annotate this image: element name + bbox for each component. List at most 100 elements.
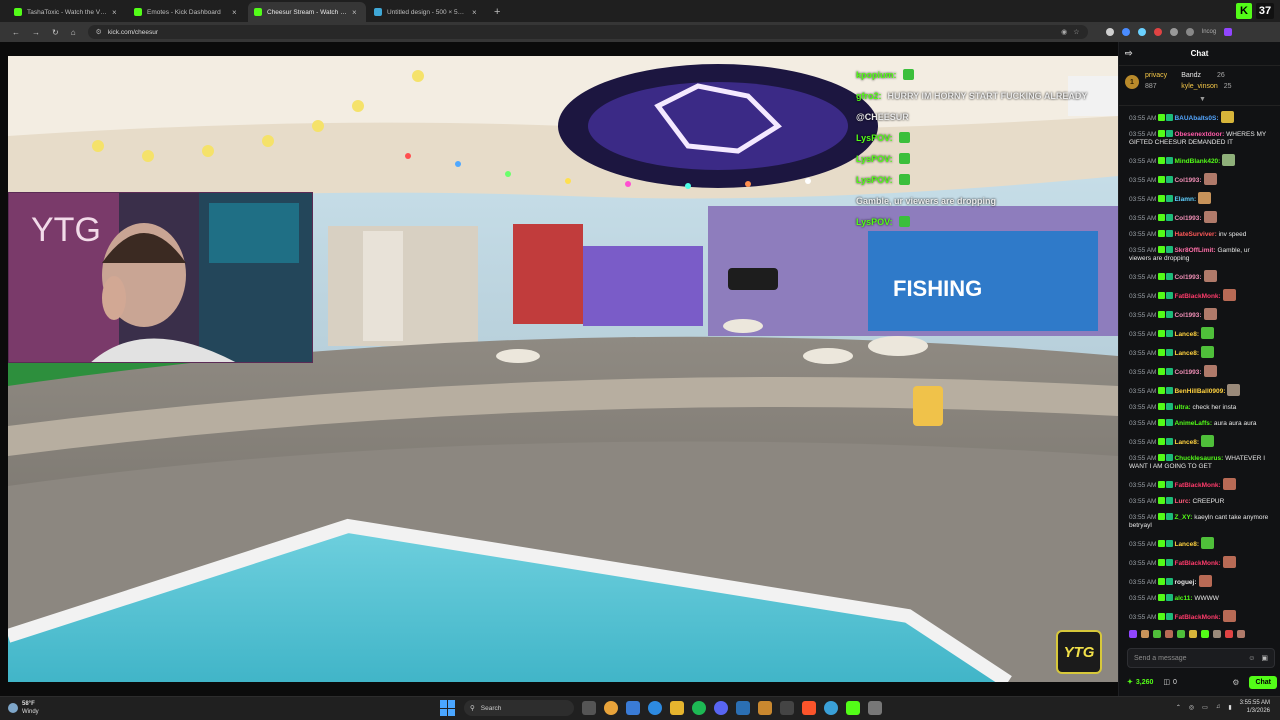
chat-username[interactable]: FatBlackMonk:	[1174, 614, 1220, 621]
browser-tab[interactable]: Emotes - Kick Dashboard ×	[128, 2, 246, 22]
chat-username[interactable]: Elamn:	[1174, 196, 1196, 203]
chat-username[interactable]: Obesenextdoor:	[1174, 131, 1224, 138]
emote-icon[interactable]	[1141, 630, 1149, 638]
chat-username[interactable]: alc11:	[1174, 595, 1192, 602]
chat-message[interactable]: 03:55 AM roguej:	[1129, 572, 1271, 591]
site-info-icon[interactable]: ⚙	[96, 28, 102, 36]
mic-icon[interactable]: ◎	[1189, 704, 1194, 711]
send-chat-button[interactable]: Chat	[1249, 675, 1277, 689]
folder-icon[interactable]	[670, 701, 684, 715]
app-icon[interactable]	[824, 701, 838, 715]
chat-username[interactable]: Skr8OffLimit:	[1174, 247, 1215, 254]
chat-username[interactable]: Col1993:	[1174, 177, 1201, 184]
chevron-down-icon[interactable]: ▼	[1199, 96, 1206, 103]
chat-message[interactable]: 03:55 AM AnimeLaffs: aura aura aura	[1129, 416, 1271, 432]
brave-icon[interactable]	[802, 701, 816, 715]
chat-message[interactable]: 03:55 AM Obesenextdoor: WHERES MY GIFTED …	[1129, 127, 1271, 151]
app-icon[interactable]	[868, 701, 882, 715]
new-tab-button[interactable]: +	[488, 2, 506, 22]
chevron-up-icon[interactable]: ⌃	[1176, 704, 1181, 711]
kick-emote-icon[interactable]: ▣	[1261, 654, 1268, 662]
chat-username[interactable]: AnimeLaffs:	[1174, 420, 1212, 427]
emote-icon[interactable]	[1129, 630, 1137, 638]
chat-username[interactable]: Lance8:	[1174, 439, 1199, 446]
pinned-gifts[interactable]: ◫ 0	[1163, 678, 1177, 687]
emote-icon[interactable]	[1213, 630, 1221, 638]
chat-message[interactable]: 03:55 AM Lance8:	[1129, 534, 1271, 553]
chat-username[interactable]: MindBlank420:	[1174, 158, 1220, 165]
gear-icon[interactable]: ⚙	[1232, 678, 1239, 687]
battery-icon[interactable]: ▮	[1228, 704, 1231, 711]
emote-icon[interactable]	[1237, 630, 1245, 638]
close-tab-icon[interactable]: ×	[112, 8, 120, 17]
chat-message[interactable]: 03:55 AM Col1993:	[1129, 267, 1271, 286]
chat-message[interactable]: 03:55 AM Elamn:	[1129, 189, 1271, 208]
kick-app-icon[interactable]	[846, 701, 860, 715]
chat-message[interactable]: 03:55 AM MindBlank420:	[1129, 151, 1271, 170]
video-player[interactable]: FISHING YTG kpopium: gfro2: HURRY IM HOR…	[8, 56, 1118, 682]
home-icon[interactable]: ⌂	[71, 28, 76, 37]
emote-picker-icon[interactable]: ☺	[1248, 655, 1255, 662]
chat-message[interactable]: 03:55 AM BenHillBall0909:	[1129, 381, 1271, 400]
kicks-balance[interactable]: ✦ 3,260	[1127, 678, 1153, 687]
emote-icon[interactable]	[1177, 630, 1185, 638]
chat-message[interactable]: 03:55 AM Z_XY: kaeyln cant take anymore b…	[1129, 510, 1271, 534]
extension-icon[interactable]	[1121, 28, 1130, 36]
extension-icon[interactable]	[1153, 28, 1162, 36]
url-field[interactable]: ⚙ kick.com/cheesur ◉ ☆	[87, 25, 1088, 39]
chat-message[interactable]: 03:55 AM FatBlackMonk:	[1129, 607, 1271, 626]
puzzle-icon[interactable]	[1169, 28, 1178, 36]
chat-username[interactable]: Col1993:	[1174, 215, 1201, 222]
bookmark-star-icon[interactable]: ☆	[1073, 28, 1079, 36]
chat-username[interactable]: BenHillBall0909:	[1174, 388, 1225, 395]
browser-tab[interactable]: TashaToxic - Watch the VOD o ×	[8, 2, 126, 22]
chat-message[interactable]: 03:55 AM FatBlackMonk:	[1129, 286, 1271, 305]
chat-username[interactable]: Z_XY:	[1174, 514, 1192, 521]
chat-message[interactable]: 03:55 AM Lance8:	[1129, 432, 1271, 451]
kick-extension-icon[interactable]: K	[1236, 3, 1252, 19]
incognito-label[interactable]: Incog	[1202, 29, 1217, 35]
chat-message[interactable]: 03:55 AM Chucklesaurus: WHATEVER I WANT I…	[1129, 451, 1271, 475]
windows-start-icon[interactable]	[440, 700, 456, 716]
eye-off-icon[interactable]: ◉	[1061, 28, 1067, 36]
app-icon[interactable]	[736, 701, 750, 715]
chat-message[interactable]: 03:55 AM Col1993:	[1129, 208, 1271, 227]
twitch-extension-icon[interactable]	[1224, 28, 1233, 36]
chat-username[interactable]: FatBlackMonk:	[1174, 293, 1220, 300]
chat-message[interactable]: 03:55 AM Col1993:	[1129, 170, 1271, 189]
collapse-chat-icon[interactable]: ⇨	[1125, 48, 1133, 59]
close-tab-icon[interactable]: ×	[352, 8, 360, 17]
browser-tab[interactable]: Cheesur Stream - Watch Live o ×	[248, 2, 366, 22]
chat-username[interactable]: Lurc:	[1174, 498, 1190, 505]
emote-icon[interactable]	[1201, 630, 1209, 638]
taskbar-search[interactable]: ⚲ Search	[464, 700, 574, 716]
weather-widget[interactable]: 58°F Windy	[22, 700, 39, 716]
chat-message[interactable]: 03:55 AM BAUAbalts0S:	[1129, 108, 1271, 127]
chat-username[interactable]: Col1993:	[1174, 369, 1201, 376]
chat-username[interactable]: ultra:	[1174, 404, 1190, 411]
chat-message[interactable]: 03:55 AM FatBlackMonk:	[1129, 553, 1271, 572]
chat-message[interactable]: 03:55 AM ultra: check her insta	[1129, 400, 1271, 416]
discord-icon[interactable]	[714, 701, 728, 715]
chat-input-box[interactable]: ☺ ▣	[1127, 648, 1275, 668]
browser-tab[interactable]: Untitled design - 500 × 500px ×	[368, 2, 486, 22]
close-tab-icon[interactable]: ×	[232, 8, 240, 17]
emote-icon[interactable]	[1165, 630, 1173, 638]
chat-username[interactable]: FatBlackMonk:	[1174, 482, 1220, 489]
file-explorer-icon[interactable]	[582, 701, 596, 715]
terminal-icon[interactable]	[780, 701, 794, 715]
clock[interactable]: 3:55:55 AM 1/3/2026	[1240, 699, 1270, 715]
back-icon[interactable]: ←	[12, 28, 20, 37]
chat-message[interactable]: 03:55 AM Lance8:	[1129, 343, 1271, 362]
sidepanel-icon[interactable]	[1185, 28, 1194, 36]
chat-username[interactable]: Col1993:	[1174, 274, 1201, 281]
reload-icon[interactable]: ↻	[52, 28, 59, 37]
chat-username[interactable]: HateSurviver:	[1174, 231, 1216, 238]
emote-icon[interactable]	[1153, 630, 1161, 638]
app-icon[interactable]	[758, 701, 772, 715]
chat-message-input[interactable]	[1134, 654, 1243, 662]
extension-icon[interactable]	[1137, 28, 1146, 36]
volume-icon[interactable]: ♫	[1216, 704, 1221, 710]
chat-username[interactable]: Chucklesaurus:	[1174, 455, 1223, 462]
chat-username[interactable]: Lance8:	[1174, 350, 1199, 357]
